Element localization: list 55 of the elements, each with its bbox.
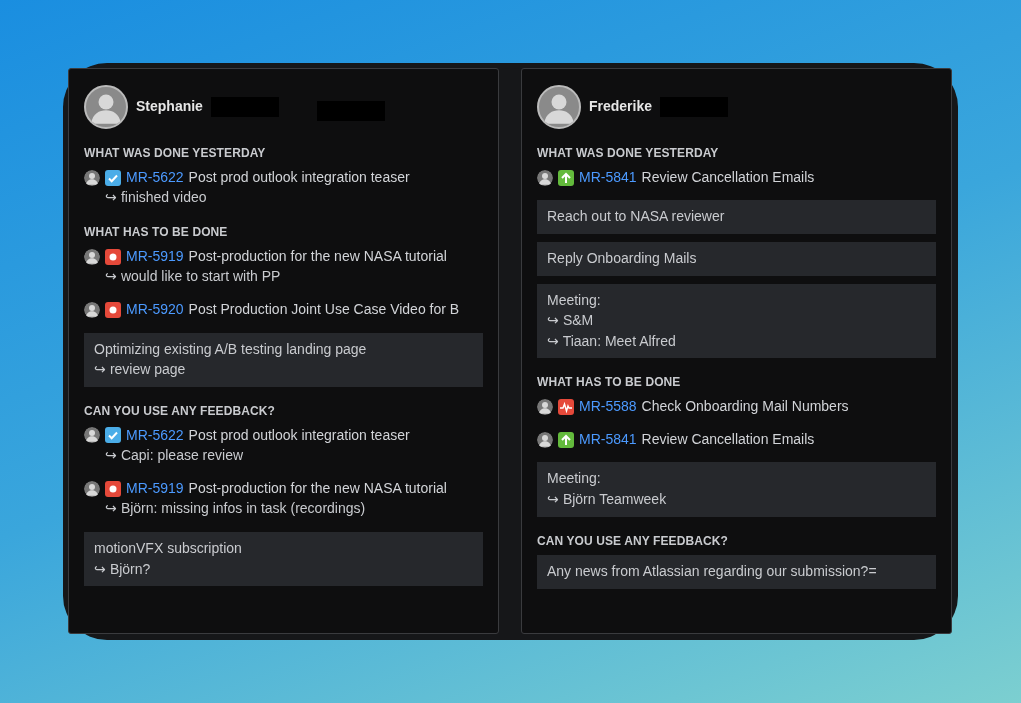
issue-key-link[interactable]: MR-5920 [126, 299, 184, 320]
issue-title: Check Onboarding Mail Numbers [641, 397, 849, 417]
issue-title: Post Production Joint Use Case Video for B [188, 299, 460, 319]
issue-key-link[interactable]: MR-5588 [579, 397, 637, 417]
note-title: Reply Onboarding Mails [547, 249, 698, 268]
checkbox-icon [105, 169, 121, 186]
assignee-avatar [537, 398, 553, 415]
comment-line: ↪ Capi: please review [104, 446, 245, 466]
comment-line: ↪ Björn? [94, 559, 152, 579]
user-name: Frederike [589, 97, 653, 117]
up-arrow-icon [558, 169, 574, 186]
issue-title: Review Cancellation Emails [641, 167, 815, 187]
issue-key-link[interactable]: MR-5622 [126, 425, 184, 446]
comment-line: ↪ S&M [547, 311, 595, 331]
note-title: Reach out to NASA reviewer [547, 207, 726, 227]
assignee-avatar [84, 480, 100, 497]
issue-title: Post-production for the new NASA tutorial [188, 246, 447, 266]
avatar [537, 85, 581, 129]
section-heading: WHAT WAS DONE YESTERDAY [84, 145, 267, 162]
comment-line: ↪ review page [94, 360, 187, 380]
note-title: Any news from Atlassian regarding our submission?= [547, 562, 878, 582]
assignee-avatar [537, 431, 553, 448]
issue-key-link[interactable]: MR-5919 [126, 246, 184, 267]
section-heading: CAN YOU USE ANY FEEDBACK? [537, 532, 729, 550]
section-heading: CAN YOU USE ANY FEEDBACK? [84, 402, 276, 420]
note-title: motionVFX subscription [94, 538, 243, 558]
comment-line: ↪ Tiaan: Meet Alfred [547, 331, 677, 351]
issue-key-link[interactable]: MR-5841 [579, 167, 637, 188]
assignee-avatar [84, 427, 100, 444]
comment-line: ↪ would like to start with PP [104, 267, 282, 287]
issue-key-link[interactable]: MR-5622 [126, 167, 184, 188]
issue-key-link[interactable]: MR-5919 [126, 478, 184, 499]
comment-line: ↪ Björn: missing infos in task (recordings) [104, 499, 367, 519]
user-name: Stephanie [136, 97, 203, 117]
section-heading: WHAT WAS DONE YESTERDAY [537, 145, 720, 162]
note-title: Meeting: [547, 290, 602, 310]
pulse-icon [558, 398, 574, 415]
issue-key-link[interactable]: MR-5841 [579, 429, 637, 450]
section-heading: WHAT HAS TO BE DONE [537, 374, 682, 392]
comment-line: ↪ Björn Teamweek [547, 489, 668, 509]
issue-title: Post-production for the new NASA tutorial [188, 478, 447, 498]
assignee-avatar [84, 301, 100, 318]
issue-title: Post prod outlook integration teaser [188, 167, 410, 187]
up-arrow-icon [558, 431, 574, 448]
section-heading: WHAT HAS TO BE DONE [84, 224, 229, 241]
note-title: Meeting: [547, 469, 602, 489]
issue-title: Review Cancellation Emails [641, 429, 815, 449]
issue-title: Post prod outlook integration teaser [188, 425, 410, 445]
comment-line: ↪ finished video [104, 188, 208, 208]
assignee-avatar [84, 169, 100, 186]
avatar [84, 85, 128, 129]
checkbox-icon [105, 427, 121, 444]
note-title: Optimizing existing A/B testing landing page [94, 339, 368, 359]
assignee-avatar [537, 169, 553, 186]
assignee-avatar [84, 248, 100, 265]
